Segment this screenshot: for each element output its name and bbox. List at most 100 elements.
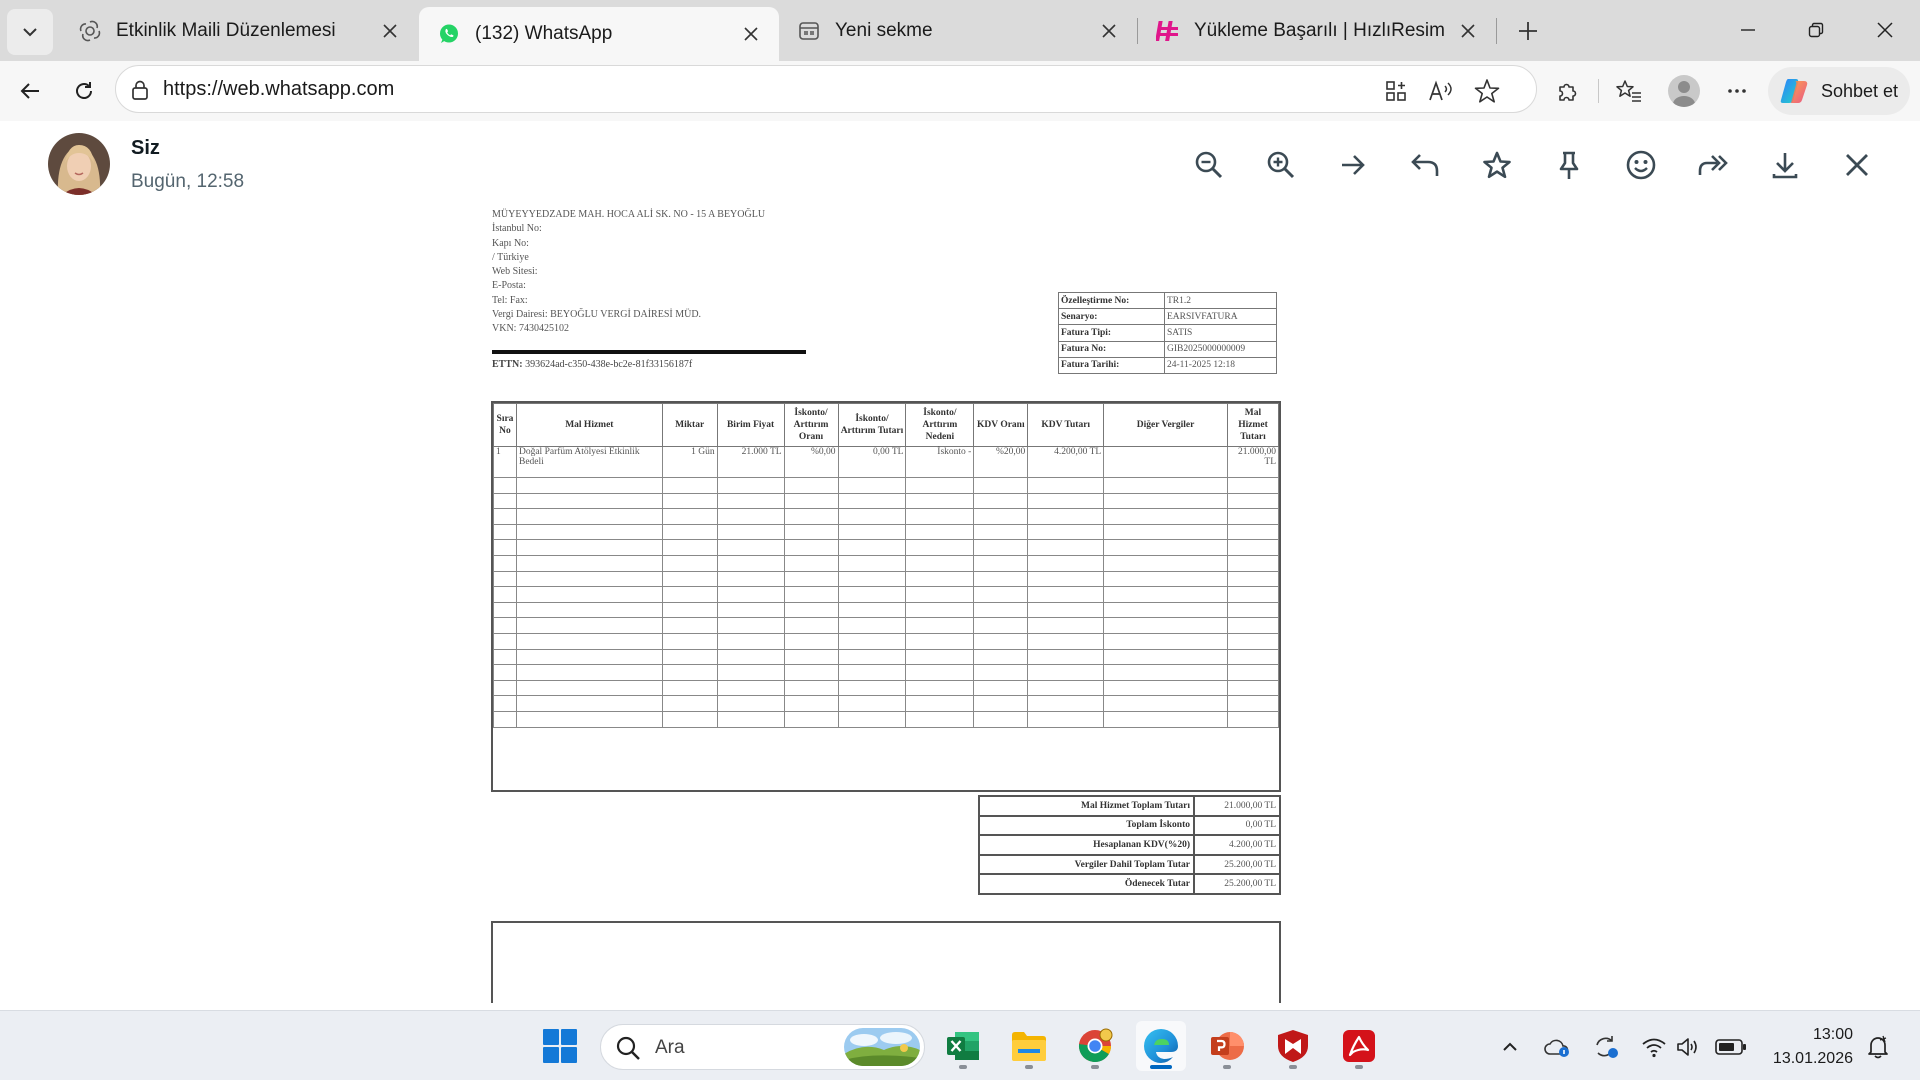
close-icon[interactable]: [737, 20, 765, 48]
address-bar[interactable]: https://web.whatsapp.com: [115, 65, 1537, 113]
battery-tray[interactable]: [1714, 1033, 1748, 1061]
info-row: Fatura Tipi: SATIS: [1058, 324, 1277, 342]
empty-cell: [1027, 554, 1105, 572]
react-button[interactable]: [1619, 143, 1663, 187]
empty-cell: [837, 539, 907, 556]
window-close-button[interactable]: [1860, 10, 1910, 50]
seller-line: Tel: Fax:: [492, 294, 528, 306]
empty-cell: [973, 477, 1029, 494]
refresh-icon: [76, 82, 92, 99]
profile-avatar[interactable]: [1668, 75, 1700, 107]
taskbar-acrobat[interactable]: [1334, 1021, 1384, 1071]
taskbar-file-explorer[interactable]: [1004, 1021, 1054, 1071]
items-table: Sıra No Mal Hizmet Miktar Birim Fiyat İskont…: [493, 403, 1280, 728]
taskbar-powerpoint[interactable]: [1202, 1021, 1252, 1071]
tab-yeni-sekme[interactable]: Yeni sekme: [779, 7, 1137, 55]
app-available-icon[interactable]: [1381, 76, 1411, 106]
settings-more-button[interactable]: [1717, 71, 1757, 111]
sent-time: Bugün, 12:58: [131, 171, 245, 192]
pin-button[interactable]: [1547, 143, 1591, 187]
reply-button[interactable]: [1403, 143, 1447, 187]
invoice-image[interactable]: MÜYEYYEDZADE MAH. HOCA ALİ SK. NO - 15 A…: [486, 191, 1286, 1003]
empty-cell: [661, 664, 718, 681]
empty-cell: [1226, 492, 1280, 510]
empty-cell: [661, 679, 718, 697]
taskbar-chrome[interactable]: [1070, 1021, 1120, 1071]
empty-table-row: [493, 617, 1280, 634]
wifi-tray[interactable]: [1640, 1033, 1668, 1061]
minimize-button[interactable]: [1723, 10, 1773, 50]
taskbar-search[interactable]: Ara: [600, 1024, 925, 1070]
read-aloud-icon[interactable]: [1426, 76, 1456, 106]
sender-avatar[interactable]: [48, 133, 110, 195]
empty-cell: [973, 679, 1029, 697]
totals-value: 0,00 TL: [1193, 814, 1281, 837]
windows-start-icon: [543, 1029, 577, 1063]
empty-table-row: [493, 710, 1280, 728]
notifications-button[interactable]: [1864, 1033, 1892, 1061]
tab-hizliresim[interactable]: Yükleme Başarılı | HızlıResim: [1138, 7, 1496, 55]
tab-actions-button[interactable]: [7, 9, 53, 55]
info-value: SATIS: [1164, 324, 1277, 342]
empty-cell: [973, 648, 1029, 666]
tab-etkinlik-maili[interactable]: Etkinlik Maili Düzenlemesi: [60, 7, 418, 55]
info-key: Senaryo:: [1058, 308, 1165, 326]
empty-cell: [905, 601, 975, 619]
favorite-star-icon[interactable]: [1472, 76, 1502, 106]
download-button[interactable]: [1763, 143, 1807, 187]
refresh-button[interactable]: [64, 71, 104, 111]
close-icon[interactable]: [1095, 17, 1123, 45]
show-hidden-icons-button[interactable]: [1496, 1033, 1524, 1061]
hizliresim-icon: [1156, 19, 1180, 43]
back-button[interactable]: [10, 71, 50, 111]
browser-toolbar: https://web.whatsapp.com Sohbet et: [0, 61, 1920, 121]
zoom-out-button[interactable]: [1187, 143, 1231, 187]
new-tab-button[interactable]: [1509, 12, 1547, 50]
forward-button[interactable]: [1691, 143, 1735, 187]
copilot-chat-button[interactable]: Sohbet et: [1768, 67, 1910, 115]
empty-cell: [661, 554, 718, 572]
taskbar-edge[interactable]: [1136, 1021, 1186, 1071]
wifi-icon: [1642, 1038, 1666, 1058]
running-indicator: [959, 1065, 967, 1069]
extensions-button[interactable]: [1548, 71, 1588, 111]
close-viewer-button[interactable]: [1835, 143, 1879, 187]
empty-cell: [1226, 586, 1280, 603]
empty-cell: [716, 477, 785, 494]
empty-cell: [973, 492, 1029, 510]
sender-name: Siz: [131, 137, 160, 159]
sync-icon: [1596, 1036, 1618, 1058]
taskbar-excel[interactable]: [938, 1021, 988, 1071]
empty-cell: [716, 601, 785, 619]
start-button[interactable]: [535, 1021, 585, 1071]
onedrive-tray[interactable]: [1543, 1033, 1571, 1061]
empty-cell: [1226, 710, 1280, 728]
clock[interactable]: 13:00 13.01.2026: [1757, 1023, 1853, 1071]
empty-cell: [1226, 539, 1280, 556]
taskbar-mcafee[interactable]: [1268, 1021, 1318, 1071]
totals-value: 21.000,00 TL: [1193, 795, 1281, 817]
favorites-button[interactable]: [1609, 71, 1649, 111]
star-button[interactable]: [1475, 143, 1519, 187]
close-icon[interactable]: [1454, 17, 1482, 45]
sync-tray[interactable]: [1592, 1033, 1620, 1061]
back-arrow-icon: [20, 83, 39, 99]
battery-icon: [1715, 1039, 1746, 1055]
go-to-message-button[interactable]: [1331, 143, 1375, 187]
lock-icon[interactable]: [128, 78, 152, 102]
zoom-in-button[interactable]: [1259, 143, 1303, 187]
restore-button[interactable]: [1791, 10, 1841, 50]
empty-cell: [515, 695, 663, 712]
volume-tray[interactable]: [1675, 1033, 1703, 1061]
url-text[interactable]: https://web.whatsapp.com: [163, 78, 394, 101]
item-cell-total: 21.000,00 TL: [1226, 446, 1280, 478]
empty-table-row: [493, 695, 1280, 712]
close-icon[interactable]: [376, 17, 404, 45]
empty-cell: [515, 601, 663, 619]
tab-whatsapp[interactable]: (132) WhatsApp: [419, 7, 779, 61]
cloud-info-icon: [1544, 1039, 1569, 1057]
empty-cell: [1027, 710, 1105, 728]
notification-bell-icon: [1868, 1035, 1888, 1059]
empty-cell: [1027, 648, 1105, 666]
empty-cell: [783, 632, 839, 650]
